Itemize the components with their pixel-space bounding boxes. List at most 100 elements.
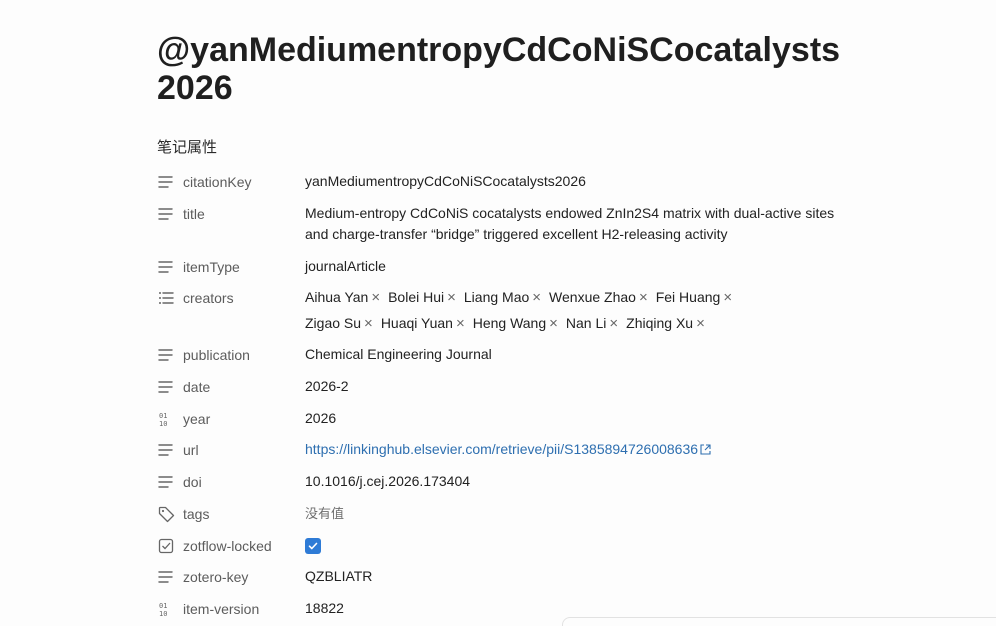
zotflow-locked-checkbox[interactable] <box>305 538 321 554</box>
property-row-publication: publication Chemical Engineering Journal <box>157 344 857 366</box>
creator-chip[interactable]: Liang Mao × <box>464 287 541 308</box>
property-key[interactable]: date <box>157 376 305 398</box>
property-key[interactable]: 01 10 item-version <box>157 598 305 620</box>
property-row-zotero-key: zotero-key QZBLIATR <box>157 566 857 588</box>
remove-creator-icon[interactable]: × <box>696 313 705 334</box>
creator-name: Nan Li <box>565 315 607 331</box>
property-value-zotflow-locked <box>305 535 850 558</box>
svg-text:10: 10 <box>159 610 167 617</box>
property-key-label: zotflow-locked <box>183 538 272 554</box>
property-key[interactable]: creators <box>157 287 305 309</box>
property-value-doi[interactable]: 10.1016/j.cej.2026.173404 <box>305 471 850 492</box>
text-lines-icon <box>157 568 175 586</box>
property-value-title[interactable]: Medium-entropy CdCoNiS cocatalysts endow… <box>305 203 850 245</box>
property-key[interactable]: zotflow-locked <box>157 535 305 557</box>
remove-creator-icon[interactable]: × <box>447 287 456 308</box>
url-link[interactable]: https://linkinghub.elsevier.com/retrieve… <box>305 441 698 457</box>
remove-creator-icon[interactable]: × <box>639 287 648 308</box>
property-key[interactable]: url <box>157 439 305 461</box>
checkbox-icon <box>157 537 175 555</box>
text-lines-icon <box>157 258 175 276</box>
property-row-tags: tags 没有值 <box>157 503 857 525</box>
creator-name: Heng Wang <box>472 315 547 331</box>
property-row-creators: creators Aihua Yan × Bolei Hui × Liang Mao… <box>157 287 857 334</box>
remove-creator-icon[interactable]: × <box>364 313 373 334</box>
binary-number-icon: 01 10 <box>157 600 175 618</box>
text-lines-icon <box>157 441 175 459</box>
property-row-doi: doi 10.1016/j.cej.2026.173404 <box>157 471 857 493</box>
property-row-url: url https://linkinghub.elsevier.com/retr… <box>157 439 857 461</box>
creator-name: Huaqi Yuan <box>380 315 453 331</box>
property-value-year[interactable]: 2026 <box>305 408 850 429</box>
property-value-itemtype[interactable]: journalArticle <box>305 256 850 277</box>
svg-text:01: 01 <box>159 602 167 610</box>
property-key-label: publication <box>183 347 250 363</box>
property-value-url: https://linkinghub.elsevier.com/retrieve… <box>305 439 850 461</box>
property-key-label: item-version <box>183 601 260 617</box>
creator-name: Zigao Su <box>305 315 362 331</box>
note-title[interactable]: @yanMediumentropyCdCoNiSCocatalysts2026 <box>157 31 857 107</box>
creator-name: Bolei Hui <box>388 289 445 305</box>
property-key-label: citationKey <box>183 174 252 190</box>
creator-chip[interactable]: Heng Wang × <box>473 313 558 334</box>
property-key[interactable]: itemType <box>157 256 305 278</box>
creator-chip[interactable]: Wenxue Zhao × <box>549 287 648 308</box>
remove-creator-icon[interactable]: × <box>723 287 732 308</box>
creator-chip[interactable]: Nan Li × <box>566 313 618 334</box>
property-value-date[interactable]: 2026-2 <box>305 376 850 397</box>
creator-chip[interactable]: Aihua Yan × <box>305 287 380 308</box>
remove-creator-icon[interactable]: × <box>609 313 618 334</box>
property-key-label: url <box>183 442 199 458</box>
creator-chip[interactable]: Zigao Su × <box>305 313 373 334</box>
property-value-citationkey[interactable]: yanMediumentropyCdCoNiSCocatalysts2026 <box>305 171 850 192</box>
creator-chip[interactable]: Bolei Hui × <box>388 287 456 308</box>
text-lines-icon <box>157 205 175 223</box>
property-key[interactable]: doi <box>157 471 305 493</box>
creator-name: Zhiqing Xu <box>626 315 694 331</box>
creator-chip[interactable]: Fei Huang × <box>656 287 732 308</box>
remove-creator-icon[interactable]: × <box>532 287 541 308</box>
creator-name: Wenxue Zhao <box>549 289 636 305</box>
property-row-citationkey: citationKey yanMediumentropyCdCoNiSCocat… <box>157 171 857 193</box>
tag-icon <box>157 505 175 523</box>
external-link-icon[interactable] <box>700 440 711 461</box>
text-lines-icon <box>157 346 175 364</box>
creators-chip-list: Aihua Yan × Bolei Hui × Liang Mao × Wenxue … <box>305 287 805 334</box>
floating-panel-edge <box>562 617 996 626</box>
property-key[interactable]: title <box>157 203 305 225</box>
property-row-zotflow-locked: zotflow-locked <box>157 535 857 558</box>
text-lines-icon <box>157 473 175 491</box>
creator-name: Liang Mao <box>463 289 530 305</box>
property-key[interactable]: publication <box>157 344 305 366</box>
remove-creator-icon[interactable]: × <box>456 313 465 334</box>
property-key[interactable]: tags <box>157 503 305 525</box>
creator-name: Aihua Yan <box>305 289 369 305</box>
note-page: @yanMediumentropyCdCoNiSCocatalysts2026 … <box>0 0 996 626</box>
property-key-label: zotero-key <box>183 569 249 585</box>
property-key-label: title <box>183 206 205 222</box>
property-value-zotero-key[interactable]: QZBLIATR <box>305 566 850 587</box>
remove-creator-icon[interactable]: × <box>371 287 380 308</box>
remove-creator-icon[interactable]: × <box>549 313 558 334</box>
creator-chip[interactable]: Huaqi Yuan × <box>381 313 465 334</box>
property-value-tags[interactable]: 没有值 <box>305 503 850 524</box>
svg-text:01: 01 <box>159 412 167 420</box>
text-lines-icon <box>157 173 175 191</box>
property-row-year: 01 10 year 2026 <box>157 408 857 430</box>
property-key-label: tags <box>183 506 210 522</box>
property-key-label: year <box>183 411 211 427</box>
property-value-item-version[interactable]: 18822 <box>305 598 850 619</box>
property-row-itemtype: itemType journalArticle <box>157 256 857 278</box>
text-lines-icon <box>157 378 175 396</box>
property-key-label: date <box>183 379 211 395</box>
property-row-title: title Medium-entropy CdCoNiS cocatalysts… <box>157 203 857 245</box>
property-key[interactable]: citationKey <box>157 171 305 193</box>
property-key[interactable]: zotero-key <box>157 566 305 588</box>
creator-chip[interactable]: Zhiqing Xu × <box>626 313 705 334</box>
property-value-publication[interactable]: Chemical Engineering Journal <box>305 344 850 365</box>
property-key[interactable]: 01 10 year <box>157 408 305 430</box>
list-icon <box>157 289 175 307</box>
property-key-label: doi <box>183 474 202 490</box>
properties-heading[interactable]: 笔记属性 <box>157 136 217 157</box>
property-key-label: itemType <box>183 259 240 275</box>
